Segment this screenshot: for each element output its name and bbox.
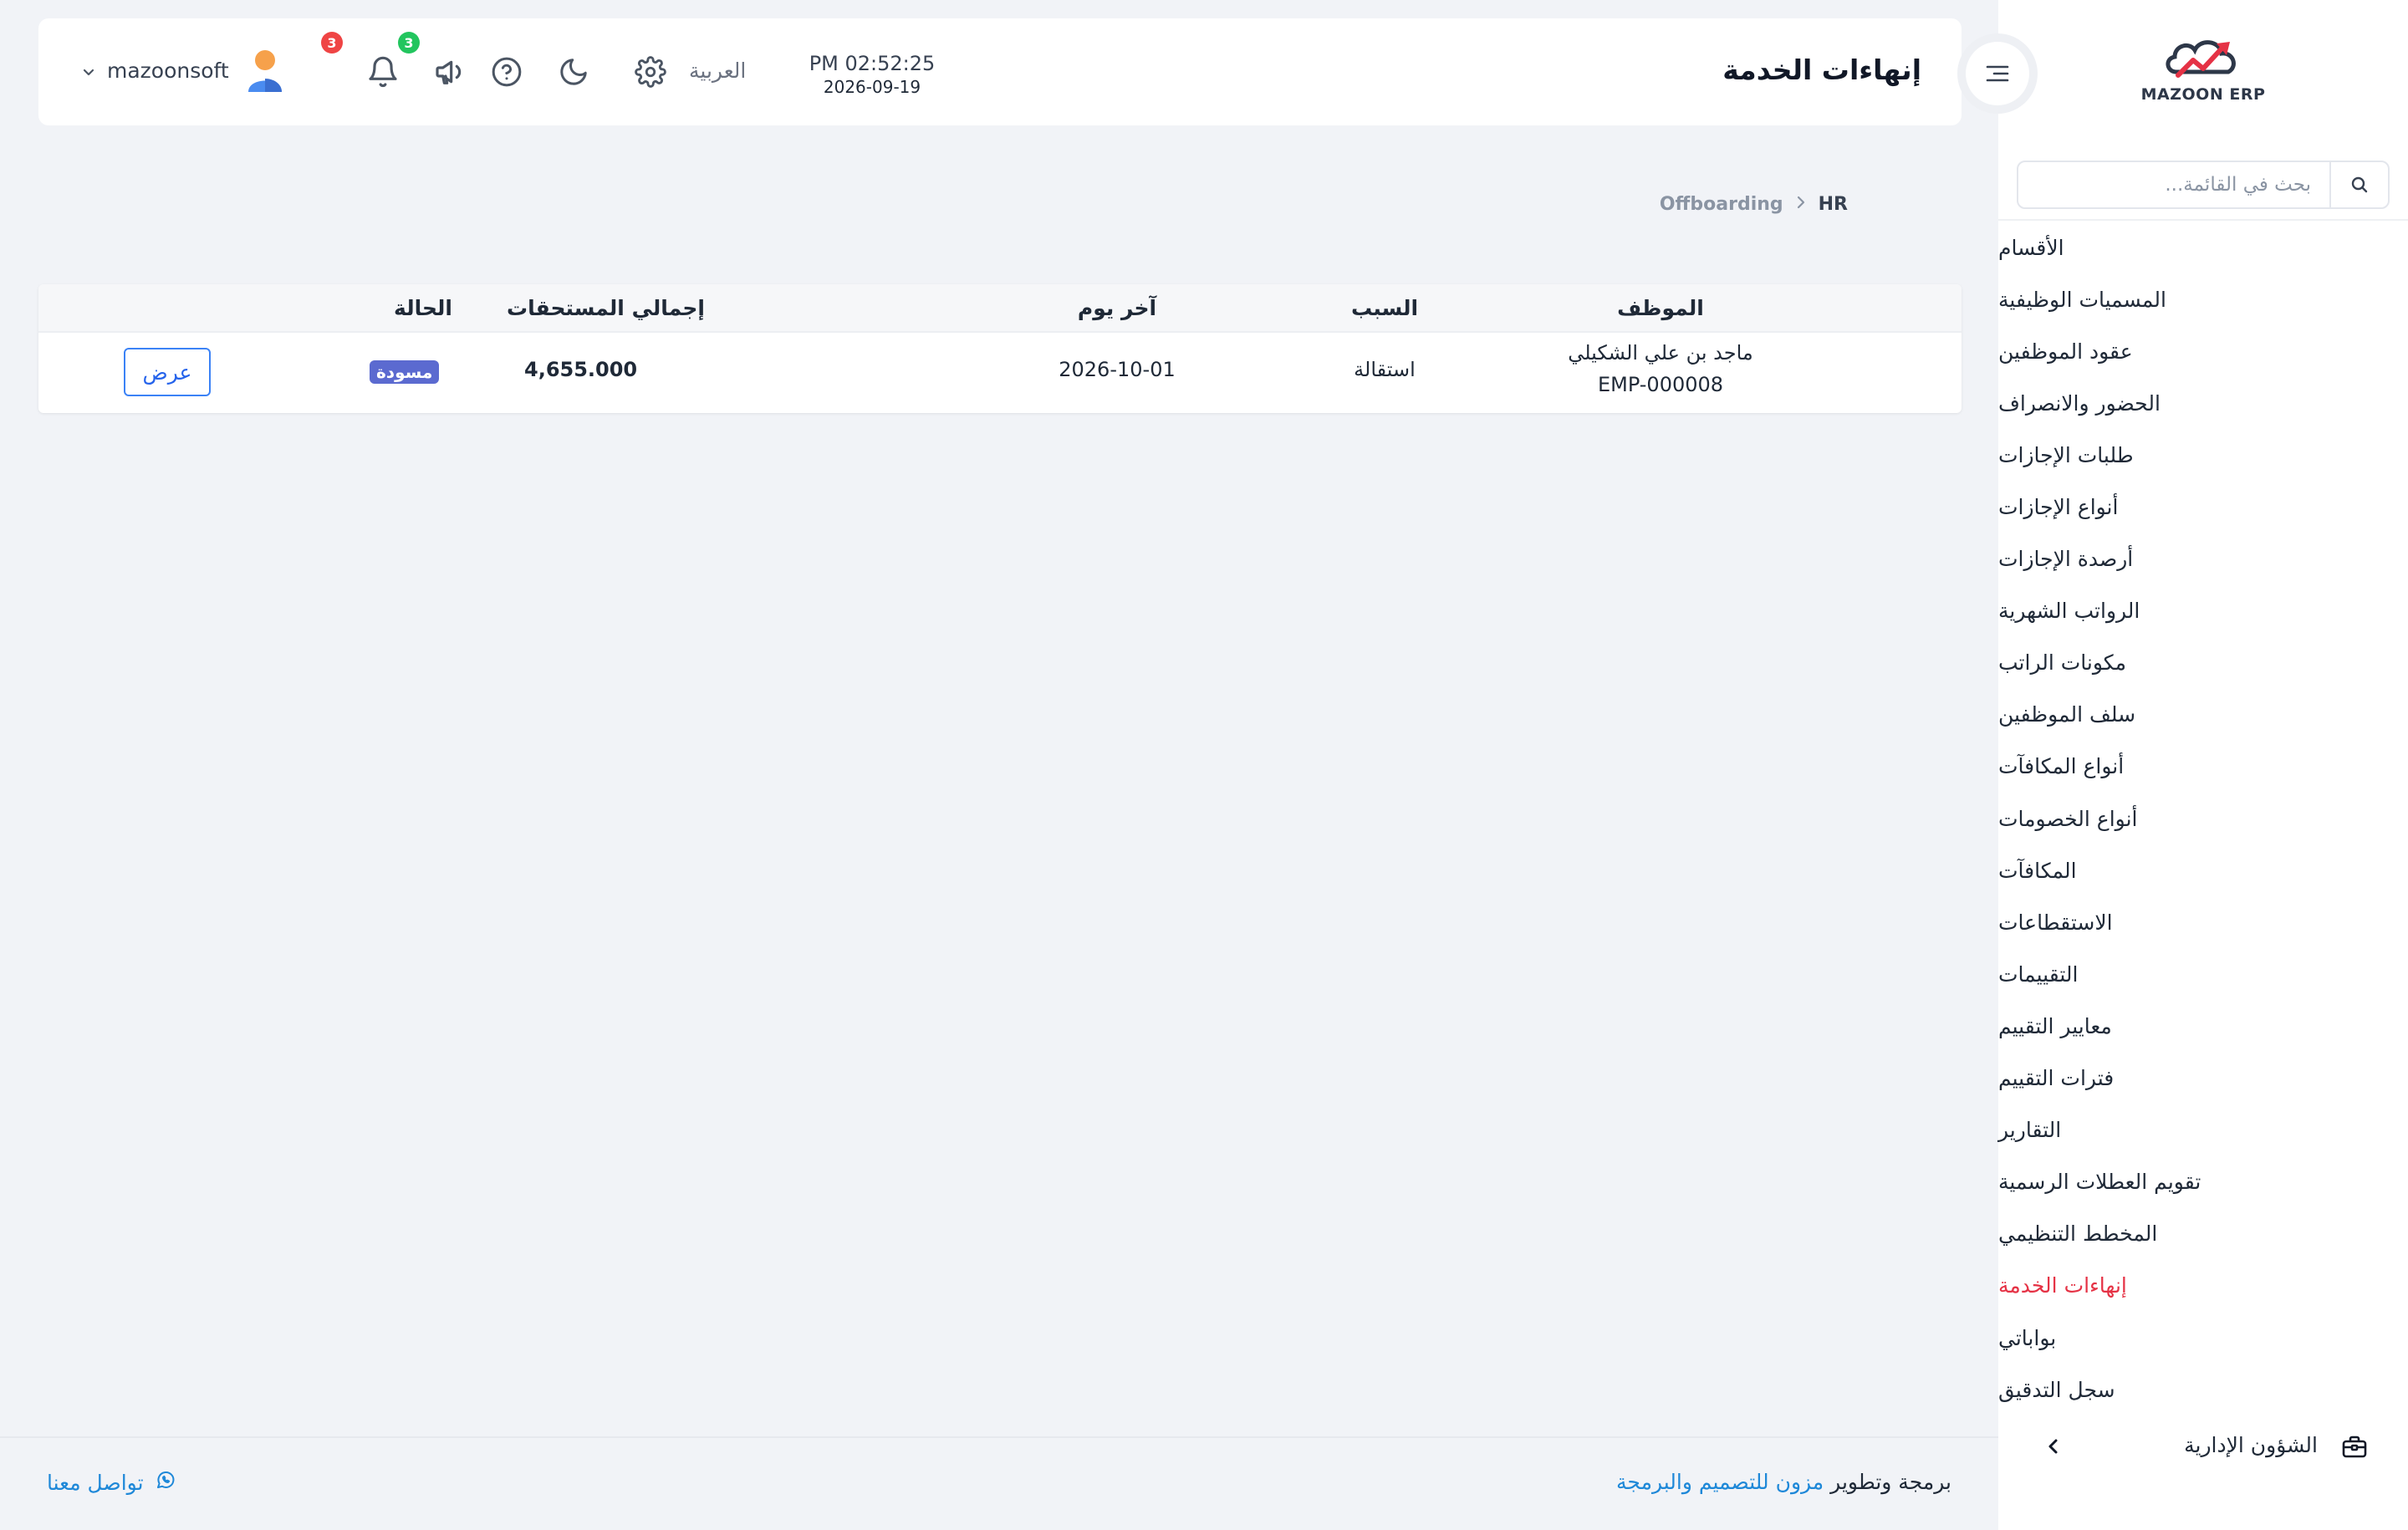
breadcrumb: Offboarding HR bbox=[1660, 194, 1848, 215]
sidebar-group-admin-affairs[interactable]: الشؤون الإدارية bbox=[1998, 1421, 2408, 1473]
sidebar-item-salary-components[interactable]: مكونات الراتب bbox=[1998, 637, 2408, 689]
contact-us-label: تواصل معنا bbox=[47, 1470, 144, 1495]
column-header-status: الحالة bbox=[394, 296, 452, 320]
breadcrumb-root-link[interactable]: HR bbox=[1819, 194, 1848, 215]
sidebar-item-bonus-types[interactable]: أنواع المكافآت bbox=[1998, 741, 2408, 793]
sidebar-item-leave-requests[interactable]: طلبات الإجازات bbox=[1998, 429, 2408, 481]
page-title: إنهاءات الخدمة bbox=[1722, 54, 1921, 86]
sidebar-item-monthly-payroll[interactable]: الرواتب الشهرية bbox=[1998, 585, 2408, 637]
breadcrumb-current: Offboarding bbox=[1659, 194, 1783, 215]
sidebar-item-bonuses[interactable]: المكافآت bbox=[1998, 844, 2408, 896]
footer-credit: برمجة وتطوير مزون للتصميم والبرمجة bbox=[1616, 1470, 1951, 1494]
settings-icon[interactable] bbox=[630, 52, 671, 92]
total-dues-cell: 4,655.000 bbox=[524, 358, 638, 381]
whatsapp-icon bbox=[156, 1470, 176, 1495]
sidebar-item-offboarding[interactable]: إنهاءات الخدمة bbox=[1998, 1260, 2408, 1312]
sidebar-search bbox=[2017, 161, 2390, 209]
sidebar-group-label: الشؤون الإدارية bbox=[2184, 1433, 2318, 1457]
reason-cell: استقالة bbox=[1354, 358, 1416, 381]
contact-us-link[interactable]: تواصل معنا bbox=[47, 1470, 176, 1495]
offboarding-table: الموظف السبب آخر يوم إجمالي المستحقات ال… bbox=[38, 284, 1962, 413]
table-header: الموظف السبب آخر يوم إجمالي المستحقات ال… bbox=[38, 284, 1962, 333]
sidebar-item-my-portals[interactable]: بواباتي bbox=[1998, 1312, 2408, 1364]
briefcase-icon bbox=[2341, 1435, 2368, 1463]
footer-credit-prefix: برمجة وتطوير bbox=[1830, 1470, 1951, 1494]
menu-lines-icon bbox=[1986, 65, 2009, 82]
avatar[interactable] bbox=[246, 48, 284, 97]
employee-name: ماجد بن علي الشكيلي bbox=[1568, 341, 1753, 365]
employee-code: EMP-000008 bbox=[1597, 373, 1724, 396]
sidebar-item-deduction-types[interactable]: أنواع الخصومات bbox=[1998, 793, 2408, 844]
status-badge: مسودة bbox=[370, 360, 440, 384]
column-header-reason: السبب bbox=[1350, 296, 1419, 320]
sidebar-item-reports[interactable]: التقارير bbox=[1998, 1104, 2408, 1156]
sidebar-item-deductions[interactable]: الاستقطاعات bbox=[1998, 896, 2408, 948]
sidebar-item-evaluations[interactable]: التقييمات bbox=[1998, 948, 2408, 1000]
logo-mark-icon bbox=[2166, 40, 2236, 78]
sidebar-toggle-button[interactable] bbox=[1957, 33, 2038, 114]
sidebar-item-evaluation-periods[interactable]: فترات التقييم bbox=[1998, 1053, 2408, 1104]
sidebar-item-evaluation-criteria[interactable]: معايير التقييم bbox=[1998, 1000, 2408, 1052]
chevron-down-icon[interactable] bbox=[82, 65, 95, 81]
help-icon[interactable] bbox=[487, 52, 527, 92]
sidebar-item-attendance[interactable]: الحضور والانصراف bbox=[1998, 377, 2408, 429]
sidebar-divider bbox=[1998, 219, 2408, 221]
dark-mode-icon[interactable] bbox=[554, 52, 594, 92]
megaphone-icon[interactable] bbox=[430, 52, 470, 92]
sidebar-item-leave-balances[interactable]: أرصدة الإجازات bbox=[1998, 533, 2408, 585]
clock: PM 02:52:25 2026-09-19 bbox=[793, 52, 951, 97]
sidebar-item-audit-log[interactable]: سجل التدقيق bbox=[1998, 1364, 2408, 1415]
sidebar-item-employee-advances[interactable]: سلف الموظفين bbox=[1998, 689, 2408, 741]
column-header-total-dues: إجمالي المستحقات bbox=[507, 296, 705, 320]
sidebar-item-org-chart[interactable]: المخطط التنظيمي bbox=[1998, 1208, 2408, 1260]
chevron-left-icon bbox=[2044, 1436, 2063, 1460]
logo-text: MAZOON ERP bbox=[2140, 85, 2266, 104]
last-day-cell: 2026-10-01 bbox=[1059, 358, 1176, 381]
notifications-count-badge: 3 bbox=[321, 32, 343, 54]
sidebar-item-leave-types[interactable]: أنواع الإجازات bbox=[1998, 481, 2408, 533]
brand-logo[interactable]: MAZOON ERP bbox=[2120, 33, 2287, 117]
footer: برمجة وتطوير مزون للتصميم والبرمجة تواصل… bbox=[0, 1436, 1998, 1530]
language-switcher[interactable]: العربية bbox=[689, 59, 746, 83]
clock-time: PM 02:52:25 bbox=[809, 52, 936, 75]
top-header: إنهاءات الخدمة PM 02:52:25 2026-09-19 ال… bbox=[38, 18, 1962, 125]
sidebar-item-job-titles[interactable]: المسميات الوظيفية bbox=[1998, 273, 2408, 325]
sidebar: MAZOON ERP الأقسام المسميات الوظيفية عقو… bbox=[1998, 0, 2408, 1530]
search-icon[interactable] bbox=[2329, 162, 2388, 207]
sidebar-menu: الأقسام المسميات الوظيفية عقود الموظفين … bbox=[1998, 222, 2408, 1415]
sidebar-search-input[interactable] bbox=[2018, 162, 2329, 207]
column-header-employee: الموظف bbox=[1617, 296, 1704, 320]
bell-icon[interactable] bbox=[363, 52, 403, 92]
view-button[interactable]: عرض bbox=[124, 348, 211, 396]
announcements-count-badge: 3 bbox=[398, 32, 420, 54]
user-menu-name[interactable]: mazoonsoft bbox=[107, 59, 229, 83]
sidebar-item-employee-contracts[interactable]: عقود الموظفين bbox=[1998, 325, 2408, 377]
sidebar-item-departments[interactable]: الأقسام bbox=[1998, 222, 2408, 273]
footer-company-link[interactable]: مزون للتصميم والبرمجة bbox=[1616, 1470, 1824, 1494]
column-header-last-day: آخر يوم bbox=[1077, 296, 1157, 320]
clock-date: 2026-09-19 bbox=[823, 77, 921, 97]
sidebar-item-holiday-calendar[interactable]: تقويم العطلات الرسمية bbox=[1998, 1156, 2408, 1208]
chevron-right-icon bbox=[1795, 194, 1807, 215]
